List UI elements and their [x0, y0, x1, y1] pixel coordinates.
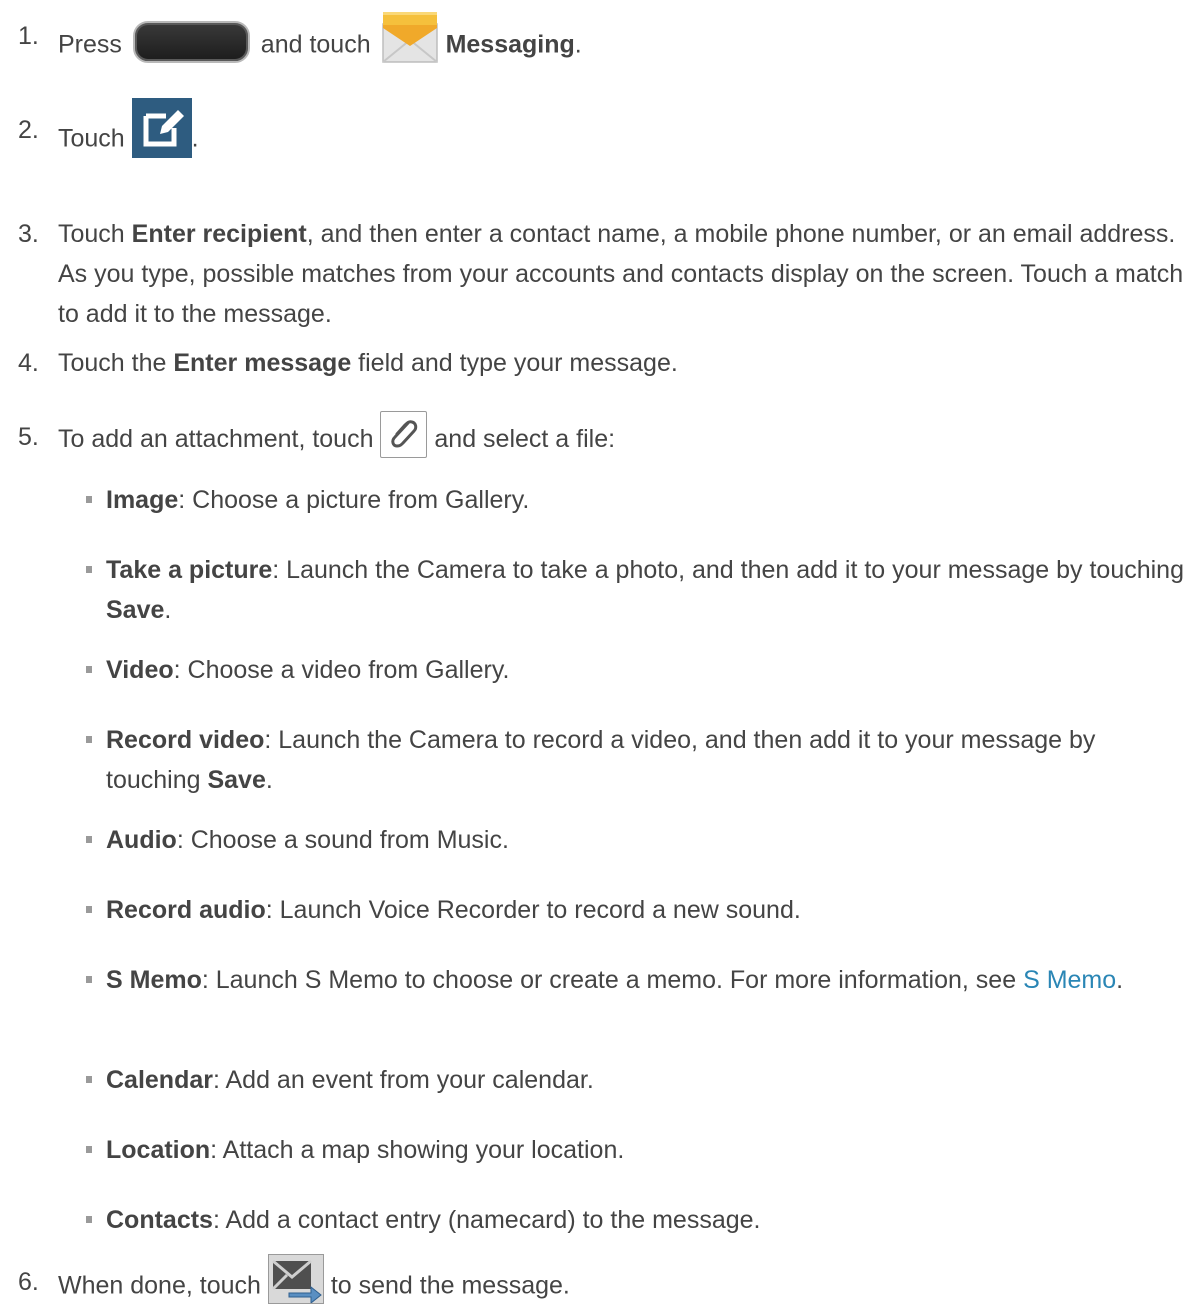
- option-text: : Attach a map showing your location.: [210, 1136, 625, 1164]
- bullet: [86, 566, 92, 573]
- messaging-icon: [380, 8, 440, 68]
- option-label: Calendar: [106, 1066, 213, 1094]
- step-text: .: [574, 30, 582, 59]
- option-label: Audio: [106, 826, 177, 854]
- option-label: Image: [106, 486, 179, 514]
- punctuation: .: [265, 766, 273, 794]
- option-text: : Choose a video from Gallery.: [173, 656, 510, 684]
- step-text: Touch the: [58, 349, 174, 377]
- option-label: Take a picture: [106, 556, 273, 584]
- option-label: Video: [106, 656, 174, 684]
- bullet: [86, 906, 92, 913]
- step-2: 2. Touch .: [18, 98, 1188, 170]
- enter-message-label: Enter message: [173, 349, 352, 377]
- option-text: : Add a contact entry (namecard) to the …: [212, 1206, 761, 1234]
- step-number: 4.: [18, 349, 39, 377]
- step-text: When done, touch: [58, 1271, 268, 1300]
- step-number: 1.: [18, 22, 39, 50]
- step-number: 5.: [18, 423, 39, 451]
- option-label: Location: [106, 1136, 211, 1164]
- send-icon: [267, 1254, 324, 1305]
- compose-icon: [131, 98, 192, 158]
- bullet: [86, 1076, 92, 1083]
- home-key-icon: [132, 21, 250, 63]
- bullet: [86, 1216, 92, 1223]
- instructions-document: 1. Press and touch Messaging. 2. Touch .…: [0, 0, 1193, 1311]
- attachment-option-location: Location: Attach a map showing your loca…: [86, 1130, 1186, 1170]
- option-label: Contacts: [106, 1206, 213, 1234]
- attachment-option-record-audio: Record audio: Launch Voice Recorder to r…: [86, 890, 1186, 930]
- step-number: 6.: [18, 1268, 39, 1296]
- step-text: and touch: [253, 30, 378, 59]
- bullet: [86, 736, 92, 743]
- bullet: [86, 836, 92, 843]
- step-text: Touch: [58, 124, 132, 153]
- attachment-option-calendar: Calendar: Add an event from your calenda…: [86, 1060, 1186, 1100]
- step-text: Press: [58, 30, 129, 59]
- step-text: and select a file:: [427, 425, 616, 454]
- paperclip-icon: [380, 411, 428, 458]
- attachment-option-contacts: Contacts: Add a contact entry (namecard)…: [86, 1200, 1186, 1240]
- s-memo-link[interactable]: S Memo: [1023, 966, 1116, 994]
- option-text: : Choose a sound from Music.: [176, 826, 509, 854]
- step-number: 3.: [18, 220, 39, 248]
- option-text: : Launch S Memo to choose or create a me…: [201, 966, 1024, 994]
- option-label: Record audio: [106, 896, 266, 924]
- step-5: 5. To add an attachment, touch and selec…: [18, 411, 1188, 464]
- punctuation: .: [164, 596, 172, 624]
- attachment-option-s-memo: S Memo: Launch S Memo to choose or creat…: [86, 960, 1186, 1000]
- bullet: [86, 666, 92, 673]
- option-label: S Memo: [106, 966, 202, 994]
- save-label: Save: [106, 596, 165, 624]
- attachment-option-take-picture: Take a picture: Launch the Camera to tak…: [86, 550, 1186, 630]
- attachment-option-image: Image: Choose a picture from Gallery.: [86, 480, 1186, 520]
- bullet: [86, 1146, 92, 1153]
- step-1: 1. Press and touch Messaging.: [18, 12, 1188, 76]
- option-label: Record video: [106, 726, 265, 754]
- step-text: .: [191, 124, 199, 153]
- punctuation: .: [1116, 966, 1124, 994]
- save-label: Save: [207, 766, 266, 794]
- attachment-option-video: Video: Choose a video from Gallery.: [86, 650, 1186, 690]
- step-6: 6. When done, touch to send the message.: [18, 1254, 1188, 1312]
- enter-recipient-label: Enter recipient: [131, 220, 307, 248]
- step-text: Touch: [58, 220, 132, 248]
- option-text: : Launch the Camera to take a photo, and…: [272, 556, 1184, 584]
- option-text: : Launch Voice Recorder to record a new …: [265, 896, 801, 924]
- step-text: to send the message.: [323, 1271, 570, 1300]
- bullet: [86, 976, 92, 983]
- bullet: [86, 496, 92, 503]
- step-number: 2.: [18, 116, 39, 144]
- attachment-option-record-video: Record video: Launch the Camera to recor…: [86, 720, 1186, 800]
- option-text: : Add an event from your calendar.: [212, 1066, 594, 1094]
- step-text: field and type your message.: [351, 349, 678, 377]
- attachment-option-audio: Audio: Choose a sound from Music.: [86, 820, 1186, 860]
- option-text: : Choose a picture from Gallery.: [178, 486, 530, 514]
- messaging-label: Messaging: [445, 30, 575, 59]
- step-text: To add an attachment, touch: [58, 425, 381, 454]
- step-4: 4. Touch the Enter message field and typ…: [18, 343, 1188, 383]
- step-3: 3. Touch Enter recipient, and then enter…: [18, 214, 1188, 334]
